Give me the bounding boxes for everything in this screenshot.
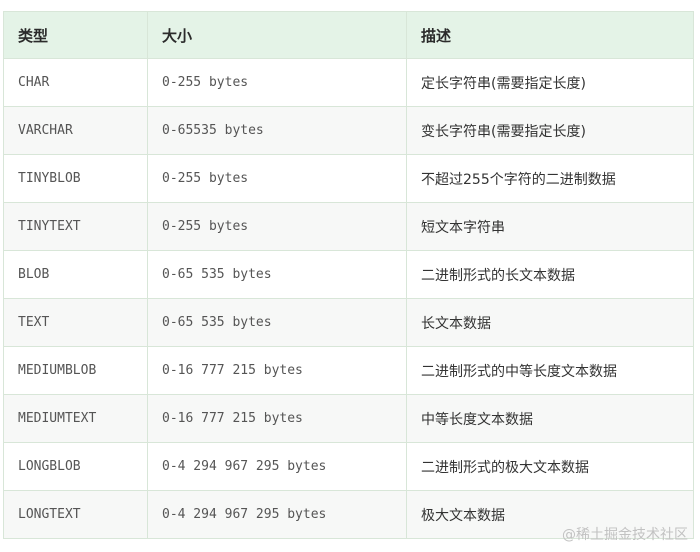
cell-type: MEDIUMTEXT	[3, 394, 148, 443]
cell-description: 不超过255个字符的二进制数据	[406, 154, 694, 203]
cell-description: 二进制形式的长文本数据	[406, 250, 694, 299]
cell-description: 长文本数据	[406, 298, 694, 347]
cell-type: CHAR	[3, 58, 148, 107]
cell-type: LONGTEXT	[3, 490, 148, 539]
table-row: LONGBLOB 0-4 294 967 295 bytes 二进制形式的极大文…	[3, 442, 694, 491]
cell-type: LONGBLOB	[3, 442, 148, 491]
cell-type: VARCHAR	[3, 106, 148, 155]
cell-size: 0-16 777 215 bytes	[147, 346, 407, 395]
table-row: CHAR 0-255 bytes 定长字符串(需要指定长度)	[3, 58, 694, 107]
header-type: 类型	[3, 11, 148, 59]
cell-size: 0-65 535 bytes	[147, 298, 407, 347]
cell-description: 短文本字符串	[406, 202, 694, 251]
cell-type: TEXT	[3, 298, 148, 347]
header-description: 描述	[406, 11, 694, 59]
table-row: VARCHAR 0-65535 bytes 变长字符串(需要指定长度)	[3, 106, 694, 155]
cell-size: 0-65 535 bytes	[147, 250, 407, 299]
cell-size: 0-4 294 967 295 bytes	[147, 490, 407, 539]
table-row: TEXT 0-65 535 bytes 长文本数据	[3, 298, 694, 347]
cell-description: 中等长度文本数据	[406, 394, 694, 443]
cell-type: TINYTEXT	[3, 202, 148, 251]
table-header-row: 类型 大小 描述	[3, 11, 694, 59]
cell-size: 0-255 bytes	[147, 202, 407, 251]
watermark: @稀土掘金技术社区	[562, 524, 688, 544]
cell-size: 0-65535 bytes	[147, 106, 407, 155]
data-types-table-container: 类型 大小 描述 CHAR 0-255 bytes 定长字符串(需要指定长度) …	[3, 11, 694, 539]
cell-type: BLOB	[3, 250, 148, 299]
cell-description: 变长字符串(需要指定长度)	[406, 106, 694, 155]
table-row: TINYBLOB 0-255 bytes 不超过255个字符的二进制数据	[3, 154, 694, 203]
header-size: 大小	[147, 11, 407, 59]
cell-type: TINYBLOB	[3, 154, 148, 203]
data-types-table: 类型 大小 描述 CHAR 0-255 bytes 定长字符串(需要指定长度) …	[3, 11, 694, 539]
cell-description: 二进制形式的极大文本数据	[406, 442, 694, 491]
cell-size: 0-16 777 215 bytes	[147, 394, 407, 443]
table-row: TINYTEXT 0-255 bytes 短文本字符串	[3, 202, 694, 251]
cell-size: 0-255 bytes	[147, 154, 407, 203]
cell-size: 0-255 bytes	[147, 58, 407, 107]
cell-size: 0-4 294 967 295 bytes	[147, 442, 407, 491]
cell-description: 二进制形式的中等长度文本数据	[406, 346, 694, 395]
table-row: MEDIUMBLOB 0-16 777 215 bytes 二进制形式的中等长度…	[3, 346, 694, 395]
table-row: BLOB 0-65 535 bytes 二进制形式的长文本数据	[3, 250, 694, 299]
watermark-text: @稀土掘金技术社区	[562, 527, 688, 543]
cell-type: MEDIUMBLOB	[3, 346, 148, 395]
table-row: MEDIUMTEXT 0-16 777 215 bytes 中等长度文本数据	[3, 394, 694, 443]
cell-description: 定长字符串(需要指定长度)	[406, 58, 694, 107]
